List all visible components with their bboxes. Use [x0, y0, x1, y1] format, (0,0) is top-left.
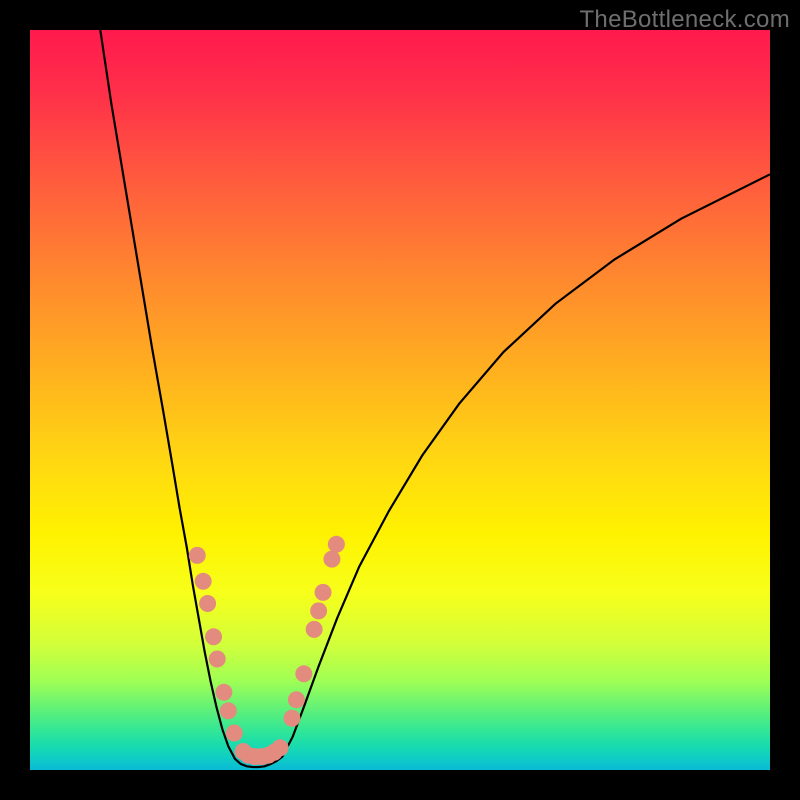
data-marker [220, 702, 237, 719]
data-marker [310, 602, 327, 619]
plot-area [30, 30, 770, 770]
data-marker [215, 684, 232, 701]
curve-layer [30, 30, 770, 770]
data-marker [328, 536, 345, 553]
data-marker [288, 691, 305, 708]
data-marker [315, 584, 332, 601]
data-marker [199, 595, 216, 612]
data-marker [189, 547, 206, 564]
bottleneck-curve [100, 30, 770, 767]
data-marker [205, 628, 222, 645]
data-marker [283, 710, 300, 727]
data-marker [195, 573, 212, 590]
data-marker [226, 725, 243, 742]
data-marker [209, 651, 226, 668]
chart-frame: TheBottleneck.com [0, 0, 800, 800]
data-marker [272, 739, 289, 756]
data-marker [306, 621, 323, 638]
data-marker [295, 665, 312, 682]
marker-group [189, 536, 345, 765]
watermark-text: TheBottleneck.com [579, 6, 790, 34]
data-marker [323, 551, 340, 568]
